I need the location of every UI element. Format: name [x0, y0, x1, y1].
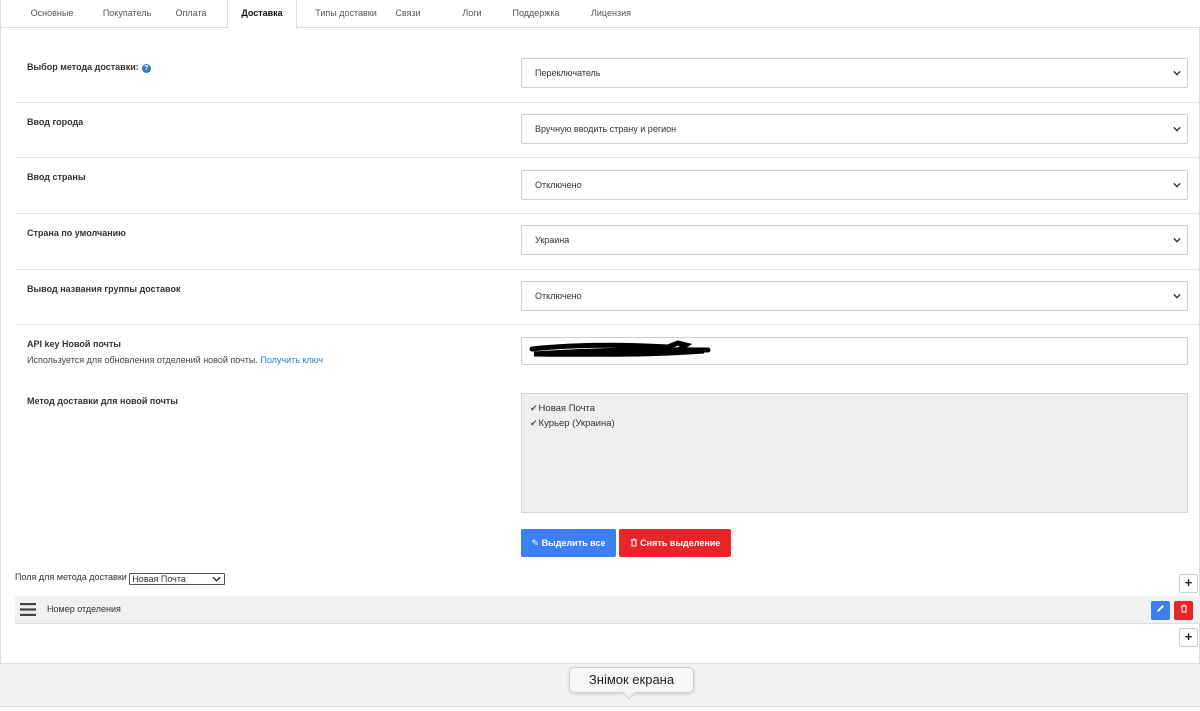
add-field-bottom-button[interactable]: +	[1179, 628, 1198, 647]
help-text: Используется для обновления отделений но…	[27, 355, 258, 365]
bottom-bar	[0, 706, 1200, 711]
trash-icon	[630, 538, 637, 547]
settings-panel: Основные Покупатель Оплата Доставка Типы…	[0, 0, 1200, 664]
select-value: Переключатель	[535, 68, 601, 78]
help-icon[interactable]: ?	[141, 64, 151, 73]
deselect-button[interactable]: Снять выделение	[619, 529, 731, 557]
chevron-down-icon	[1173, 293, 1181, 299]
tab-delivery[interactable]: Доставка	[227, 0, 297, 29]
trash-icon	[1180, 604, 1187, 613]
field-row: Номер отделения	[15, 596, 1200, 624]
country-input-select[interactable]: Отключено	[521, 170, 1188, 200]
drag-handle-icon[interactable]	[20, 603, 36, 616]
tab-logs[interactable]: Логи	[456, 0, 488, 28]
setting-label: Ввод города	[27, 117, 84, 127]
pencil-icon: ✎	[531, 538, 540, 548]
add-field-top-button[interactable]: +	[1179, 574, 1198, 593]
city-input-select[interactable]: Вручную вводить страну и регион	[521, 114, 1188, 144]
fields-for-method: Поля для метода доставки Новая Почта	[15, 572, 226, 585]
delete-field-button[interactable]	[1174, 601, 1193, 620]
tab-buyer[interactable]: Покупатель	[97, 0, 157, 28]
chevron-down-icon	[1173, 182, 1181, 188]
select-value: Вручную вводить страну и регион	[535, 124, 677, 134]
checkbox-item[interactable]: ✔Новая Почта	[530, 403, 595, 414]
screenshot-tooltip: Знімок екрана	[569, 667, 694, 693]
tab-main[interactable]: Основные	[21, 0, 83, 28]
tab-delivery-types[interactable]: Типы доставки	[306, 0, 386, 28]
select-value: Новая Почта	[132, 574, 186, 584]
select-value: Украина	[535, 235, 570, 245]
setting-label: Страна по умолчанию	[27, 228, 126, 238]
edit-field-button[interactable]	[1151, 601, 1170, 620]
chevron-down-icon	[1173, 237, 1181, 243]
checkbox-item[interactable]: ✔Курьер (Украина)	[530, 418, 615, 429]
tab-license[interactable]: Лицензия	[585, 0, 637, 28]
chevron-down-icon	[212, 576, 221, 582]
checkmark-icon: ✔	[530, 403, 538, 413]
chevron-down-icon	[1173, 70, 1181, 76]
get-key-link[interactable]: Получить ключ	[260, 355, 323, 365]
np-methods-list: ✔Новая Почта ✔Курьер (Украина)	[521, 393, 1188, 513]
api-key-label: API key Новой почты	[27, 339, 121, 349]
checkmark-icon: ✔	[530, 418, 538, 428]
select-value: Отключено	[535, 180, 582, 190]
np-methods-label: Метод доставки для новой почты	[27, 396, 178, 406]
option-label: Курьер (Украина)	[538, 418, 615, 429]
method-select[interactable]: Новая Почта	[129, 573, 226, 585]
api-key-help: Используется для обновления отделений но…	[27, 355, 323, 365]
setting-label: Вывод названия группы доставок	[27, 284, 181, 294]
tooltip-arrow	[623, 692, 635, 700]
redaction-scribble	[529, 340, 711, 357]
delivery-method-select[interactable]: Переключатель	[521, 58, 1188, 88]
button-label: Выделить все	[541, 538, 606, 548]
api-key-input[interactable]	[521, 337, 1188, 365]
select-value: Отключено	[535, 291, 582, 301]
tab-support[interactable]: Поддержка	[506, 0, 566, 28]
fields-label-text: Поля для метода доставки	[15, 572, 127, 582]
field-name: Номер отделения	[47, 604, 121, 614]
option-label: Новая Почта	[538, 403, 596, 414]
setting-label: Выбор метода доставки:?	[27, 62, 151, 73]
tab-payment[interactable]: Оплата	[166, 0, 216, 28]
setting-label: Ввод страны	[27, 172, 86, 182]
group-name-select[interactable]: Отключено	[521, 281, 1188, 311]
pencil-icon	[1157, 605, 1164, 612]
select-all-button[interactable]: ✎ Выделить все	[521, 529, 616, 557]
default-country-select[interactable]: Украина	[521, 225, 1188, 255]
tab-bar: Основные Покупатель Оплата Доставка Типы…	[1, 0, 1200, 29]
label-text: Выбор метода доставки:	[27, 62, 139, 72]
tab-links[interactable]: Связи	[390, 0, 426, 28]
button-label: Снять выделение	[640, 538, 721, 548]
chevron-down-icon	[1173, 126, 1181, 132]
